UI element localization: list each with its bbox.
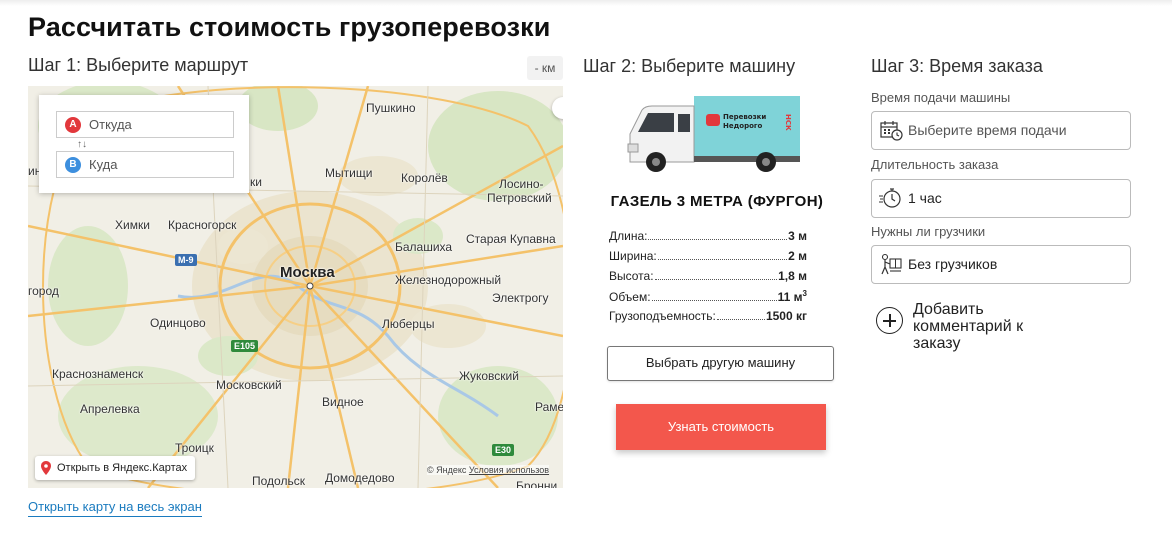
route-to-input[interactable]: B Куда — [56, 151, 234, 178]
spec-value: 2 м — [788, 249, 807, 263]
map-label-aprelevka: Апрелевка — [80, 402, 140, 416]
map-label-moskva: Москва — [280, 264, 335, 281]
map-label-krasnoznamensk: Краснознаменск — [52, 367, 144, 381]
map-label-podolsk: Подольск — [252, 474, 305, 488]
spec-value-main: 11 м — [777, 290, 803, 304]
loaders-select[interactable]: Без грузчиков — [871, 245, 1131, 284]
map-label-mytishchi: Мытищи — [325, 166, 373, 180]
map-label-kupavna: Старая Купавна — [466, 232, 556, 246]
map-label-vidnoe: Видное — [322, 395, 364, 409]
loaders-label: Нужны ли грузчики — [871, 224, 986, 239]
spec-value-sup: 3 — [802, 289, 807, 298]
stopwatch-icon — [879, 188, 901, 208]
marker-a-icon: A — [65, 117, 81, 133]
spec-label: Объем: — [609, 290, 651, 304]
map-label-zheleznodorozhny: Железнодорожный — [395, 273, 502, 287]
spec-label: Грузоподъемность: — [609, 309, 716, 323]
map-label-bronnitsy: Бронни — [516, 479, 558, 488]
marker-b-icon: B — [65, 157, 81, 173]
get-price-button[interactable]: Узнать стоимость — [616, 404, 826, 450]
step2-title: Шаг 2: Выберите машину — [583, 56, 796, 76]
plus-circle-icon — [876, 307, 903, 334]
route-to-placeholder: Куда — [89, 157, 118, 172]
spec-value: 1500 кг — [765, 309, 807, 323]
calendar-clock-icon — [880, 121, 903, 141]
spec-row-length: Длина: 3 м — [609, 229, 807, 249]
map-label-odintsovo: Одинцово — [150, 316, 206, 330]
spec-value: 11 м3 — [778, 289, 807, 304]
truck-name: ГАЗЕЛЬ 3 МЕТРА (ФУРГОН) — [610, 193, 824, 210]
road-badge-m9: M-9 — [175, 254, 197, 266]
road-badge-e30: E30 — [492, 444, 515, 456]
truck-brand-line1: Перевозки — [723, 113, 766, 121]
map-label-balashikha: Балашиха — [395, 240, 453, 254]
spec-value: 3 м — [788, 229, 807, 243]
copyright-terms-link[interactable]: Условия использов — [469, 465, 549, 475]
route-panel: A Откуда ↑↓ B Куда — [39, 95, 249, 193]
road-badge-e105: E105 — [231, 340, 259, 352]
map-label-gorod: город — [28, 284, 59, 298]
choose-other-truck-button[interactable]: Выбрать другую машину — [607, 346, 834, 381]
map-label-domodedovo: Домодедово — [325, 471, 395, 485]
duration-value: 1 час — [908, 190, 942, 206]
copyright-brand: © Яндекс — [427, 465, 467, 475]
spec-row-width: Ширина: 2 м — [609, 249, 807, 269]
map-label-ki: ки — [250, 175, 262, 189]
map-label-korolev: Королёв — [401, 171, 448, 185]
route-from-input[interactable]: A Откуда — [56, 111, 234, 138]
truck-brand-line2: Недорого — [723, 122, 763, 130]
map-label-losino-2: Петровский — [487, 191, 552, 205]
map-label-lyubertsy: Люберцы — [382, 317, 435, 331]
open-in-yandex-button[interactable]: Открыть в Яндекс.Картах — [35, 456, 196, 480]
top-shadow — [0, 0, 1172, 6]
duration-label: Длительность заказа — [871, 157, 999, 172]
spec-row-capacity: Грузоподъемность: 1500 кг — [609, 309, 807, 329]
map-label-troitsk: Троицк — [175, 441, 214, 455]
map-label-ramenskoe: Раме — [535, 400, 563, 414]
time-select[interactable]: Выберите время подачи — [871, 111, 1131, 150]
time-placeholder: Выберите время подачи — [908, 122, 1067, 138]
map-copyright: © Яндекс Условия использов — [427, 465, 550, 475]
page-title: Рассчитать стоимость грузоперевозки — [28, 12, 551, 42]
spec-label: Высота: — [609, 269, 654, 283]
step1-title: Шаг 1: Выберите маршрут — [28, 55, 249, 75]
map-label-khimki: Химки — [115, 218, 150, 232]
spec-row-volume: Объем: 11 м3 — [609, 289, 807, 309]
open-in-yandex-label: Открыть в Яндекс.Картах — [57, 462, 188, 474]
loaders-value: Без грузчиков — [908, 256, 998, 272]
fullscreen-map-link[interactable]: Открыть карту на весь экран — [28, 499, 202, 517]
map-pin-icon — [41, 461, 51, 475]
route-map[interactable]: Пушкино Мытищи Королёв Лосино- Петровски… — [28, 86, 563, 488]
loader-worker-icon — [881, 253, 902, 275]
duration-select[interactable]: 1 час — [871, 179, 1131, 218]
step3-title: Шаг 3: Время заказа — [871, 56, 1043, 76]
map-label-krasnogorsk: Красногорск — [168, 218, 237, 232]
distance-badge: - км — [527, 56, 563, 80]
truck-image: Перевозки Недорого НСК — [627, 96, 800, 172]
map-label-losino: Лосино- — [499, 177, 544, 191]
add-comment-label: Добавить комментарий к заказу — [913, 301, 1024, 352]
spec-row-height: Высота: 1,8 м — [609, 269, 807, 289]
spec-value: 1,8 м — [778, 269, 807, 283]
truck-specs: Длина: 3 м Ширина: 2 м Высота: 1,8 м Объем:… — [609, 229, 807, 329]
time-label: Время подачи машины — [871, 90, 1011, 105]
map-label-moskovsky: Московский — [216, 378, 282, 392]
swap-route-icon[interactable]: ↑↓ — [77, 139, 87, 150]
spec-label: Длина: — [609, 229, 648, 243]
map-label-elektrogorsk: Электрогу — [492, 291, 549, 305]
add-comment-button[interactable]: Добавить комментарий к заказу — [876, 301, 1056, 353]
map-label-pushkino: Пушкино — [366, 101, 416, 115]
spec-label: Ширина: — [609, 249, 657, 263]
route-from-placeholder: Откуда — [89, 117, 132, 132]
map-label-zhukovsky: Жуковский — [459, 369, 519, 383]
truck-brand-side: НСК — [784, 114, 792, 131]
